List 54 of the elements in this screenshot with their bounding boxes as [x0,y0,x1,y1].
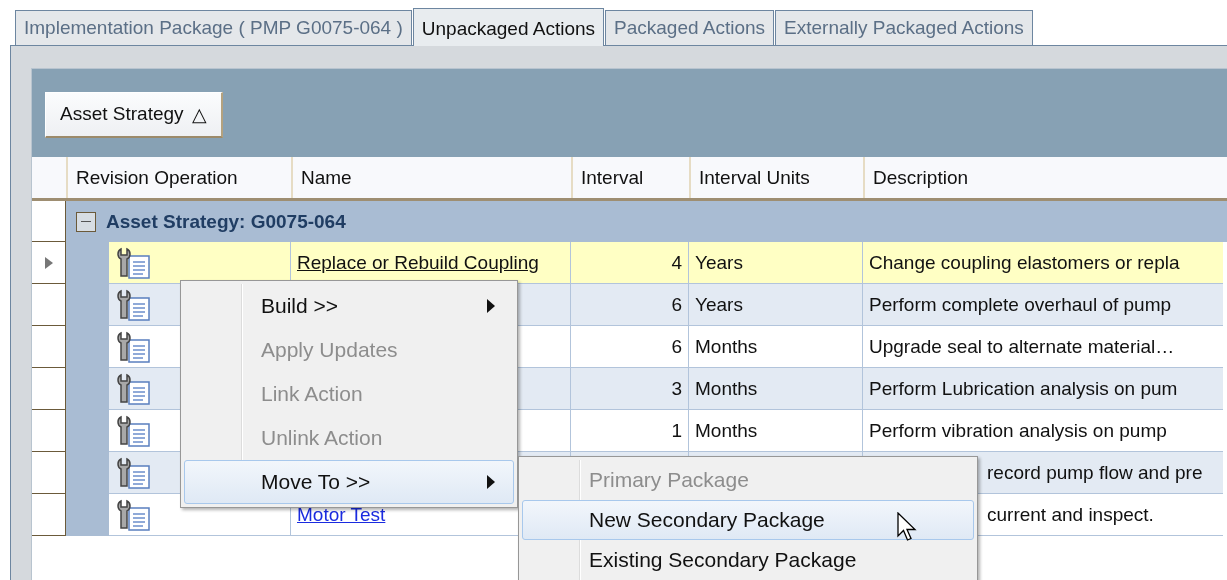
menu-item[interactable]: Existing Secondary Package [522,540,974,580]
row-selector[interactable] [32,410,66,452]
interval-units-text: Months [695,377,758,400]
row-selector[interactable] [32,201,66,242]
tab[interactable]: Unpackaged Actions [412,8,605,46]
tab[interactable]: Implementation Package ( PMP G0075-064 ) [15,10,412,45]
row-selector[interactable] [32,284,66,326]
interval-units-text: Years [695,251,743,274]
interval-text: 6 [671,293,682,316]
wrench-document-icon [115,287,151,322]
tab[interactable]: Externally Packaged Actions [775,10,1033,45]
submenu-arrow-icon [487,475,495,489]
column-header[interactable]: Description [863,157,1223,198]
description-text: Upgrade seal to alternate material… [869,335,1175,358]
mouse-pointer-icon [897,512,917,542]
action-link[interactable]: Motor Test [297,503,386,526]
submenu-arrow-icon [487,299,495,313]
interval-text: 4 [671,251,682,274]
current-row-arrow-icon [44,256,53,269]
row-selector[interactable] [32,326,66,368]
description-text: current and inspect. [987,503,1154,526]
wrench-document-icon [115,371,151,406]
action-link[interactable]: Replace or Rebuild Coupling [297,251,539,274]
wrench-document-icon [115,329,151,364]
menu-item[interactable]: Move To >> [184,460,514,504]
interval-units-text: Months [695,419,758,442]
column-header[interactable]: Name [291,157,571,198]
column-header[interactable]: Revision Operation [66,157,291,198]
interval-units-text: Months [695,335,758,358]
tab[interactable]: Packaged Actions [605,10,775,45]
description-text: Perform Lubrication analysis on pum [869,377,1178,400]
interval-units-text: Years [695,293,743,316]
row-selector[interactable] [32,242,66,284]
collapse-toggle[interactable] [76,211,96,232]
wrench-document-icon [115,245,151,280]
interval-text: 3 [671,377,682,400]
menu-item[interactable]: Build >> [184,284,514,328]
row-selector[interactable] [32,452,66,494]
wrench-document-icon [115,455,151,490]
interval-text: 1 [671,419,682,442]
wrench-document-icon [115,413,151,448]
column-header[interactable]: Interval [571,157,689,198]
row-selector[interactable] [32,368,66,410]
description-text: Perform complete overhaul of pump [869,293,1172,316]
group-label: Asset Strategy: G0075-064 [106,210,346,233]
description-text: Change coupling elastomers or repla [869,251,1180,274]
menu-item[interactable]: New Secondary Package [522,500,974,540]
description-text: Perform vibration analysis on pump [869,419,1167,442]
interval-text: 6 [671,335,682,358]
description-text: record pump flow and pre [987,461,1203,484]
column-header[interactable]: Interval Units [689,157,863,198]
wrench-document-icon [115,497,151,532]
row-selector[interactable] [32,494,66,536]
group-by-button[interactable]: Asset Strategy △ [45,92,223,138]
